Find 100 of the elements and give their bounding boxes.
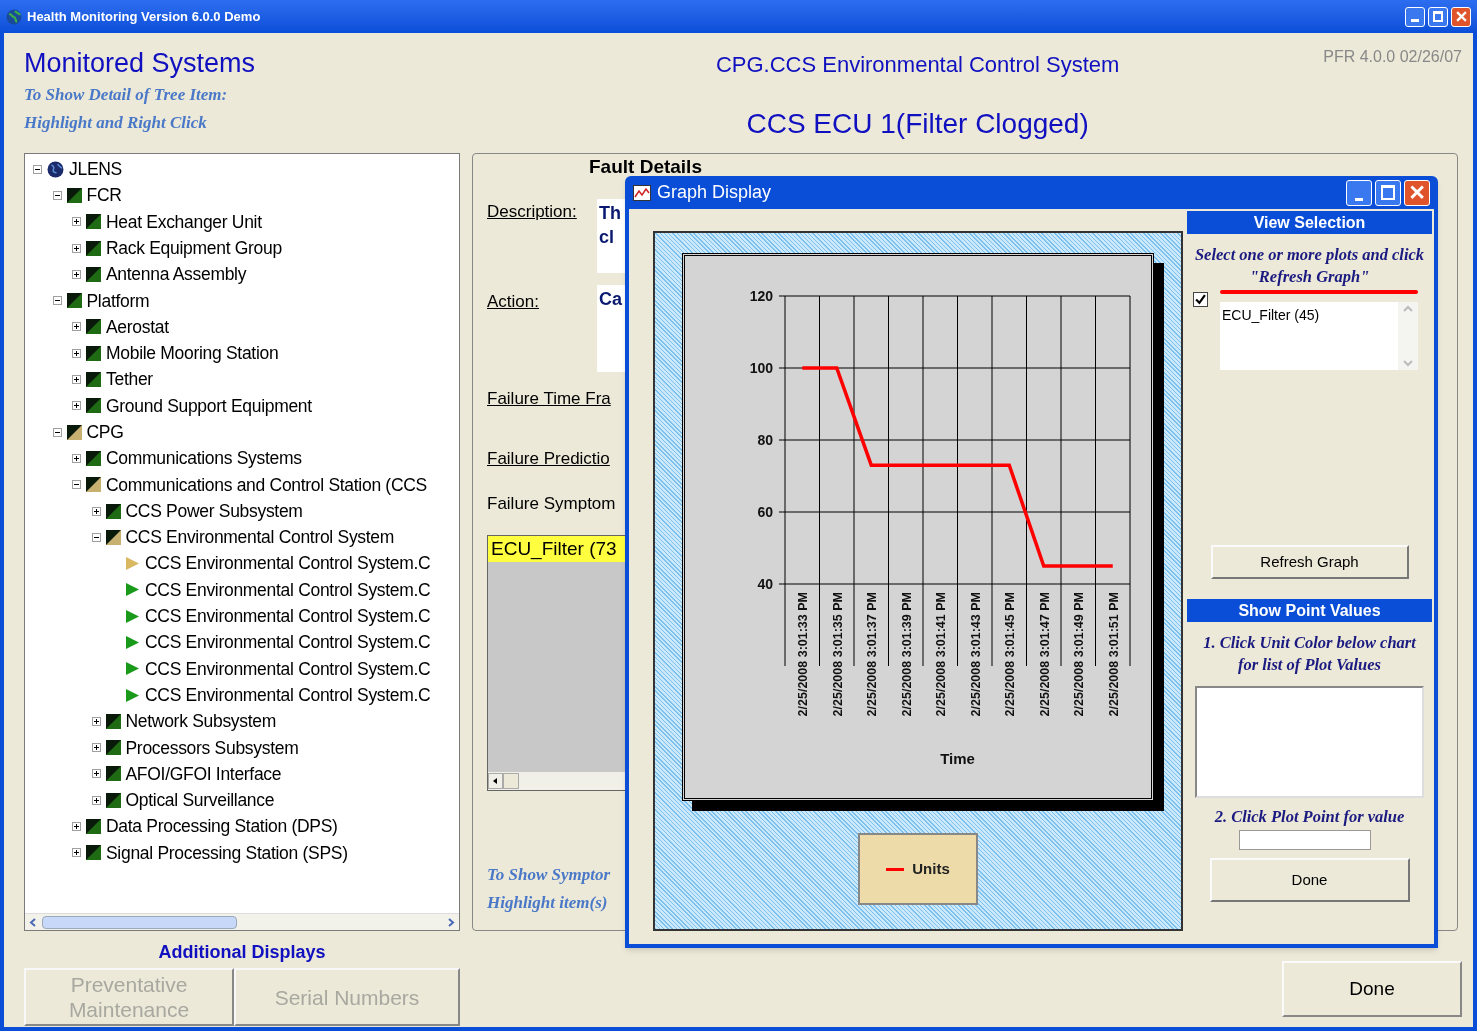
maximize-button[interactable] — [1375, 179, 1401, 206]
collapse-toggle[interactable] — [52, 296, 62, 306]
expand-toggle[interactable] — [91, 743, 101, 753]
minimize-button[interactable] — [1346, 179, 1372, 206]
x-tick-label: 2/25/2008 3:01:39 PM — [899, 592, 914, 717]
tree-item[interactable]: CCS Environmental Control System.C — [145, 655, 431, 682]
expand-toggle[interactable] — [91, 506, 101, 516]
tree-item[interactable]: CCS Environmental Control System.C — [145, 603, 431, 630]
field-label: Failure Time Fra — [487, 388, 611, 410]
action-text: Ca — [599, 288, 623, 311]
hint-text: To Show Symptor — [487, 863, 611, 886]
done-button[interactable]: Done — [1209, 858, 1410, 902]
x-tick-label: 2/25/2008 3:01:35 PM — [830, 592, 845, 717]
scroll-left-icon[interactable] — [488, 772, 503, 789]
tree-item[interactable]: Optical Surveillance — [125, 787, 275, 814]
legend-label: Units — [912, 858, 950, 879]
collapse-toggle[interactable] — [33, 164, 42, 174]
y-tick-label: 80 — [757, 432, 773, 448]
expand-toggle[interactable] — [72, 243, 81, 253]
point-value-field[interactable] — [1239, 830, 1371, 850]
fault-title: CCS ECU 1(Filter Clogged) — [746, 107, 1089, 141]
tree-item[interactable]: CCS Power Subsystem — [125, 497, 303, 525]
hint-text: To Show Detail of Tree Item: — [24, 84, 229, 106]
page-title: Monitored Systems — [24, 47, 257, 80]
tree-item[interactable]: Tether — [106, 366, 153, 393]
field-label: Action: — [487, 291, 540, 313]
tree-item[interactable]: Rack Equipment Group — [106, 234, 282, 262]
instruction-text: 2. Click Plot Point for value — [1213, 806, 1406, 828]
tree-item[interactable]: Platform — [86, 287, 150, 314]
y-tick-label: 60 — [757, 504, 773, 520]
horizontal-scrollbar[interactable] — [25, 913, 459, 930]
tree-item[interactable]: Heat Exchanger Unit — [106, 208, 262, 235]
minimize-icon — [1411, 18, 1419, 22]
plot-list-item[interactable]: ECU_Filter (45) — [1220, 302, 1398, 370]
horizontal-scrollbar[interactable] — [488, 771, 628, 790]
tree-item[interactable]: Mobile Mooring Station — [106, 340, 279, 367]
tree-item[interactable]: Network Subsystem — [125, 708, 276, 735]
maximize-button[interactable] — [1428, 6, 1448, 27]
collapse-toggle[interactable] — [72, 480, 81, 490]
tree-item[interactable]: Antenna Assembly — [106, 261, 247, 288]
collapse-toggle[interactable] — [91, 532, 101, 542]
tree-item[interactable]: CCS Environmental Control System.C — [145, 550, 431, 577]
section-header: View Selection — [1187, 211, 1432, 234]
minimize-button[interactable] — [1405, 6, 1425, 27]
field-label: Failure Predictio — [487, 447, 610, 470]
close-icon — [1455, 11, 1467, 22]
collapse-toggle[interactable] — [52, 190, 62, 200]
symptom-item[interactable]: ECU_Filter (73 — [488, 535, 628, 562]
y-tick-label: 100 — [749, 360, 773, 376]
globe-icon — [6, 8, 22, 25]
tree-item[interactable]: Communications Systems — [106, 445, 302, 472]
tree-item[interactable]: Signal Processing Station (SPS) — [106, 839, 348, 866]
expand-toggle[interactable] — [72, 453, 81, 463]
panel-title: Fault Details — [589, 155, 703, 179]
expand-toggle[interactable] — [72, 348, 81, 358]
expand-toggle[interactable] — [72, 401, 81, 411]
x-tick-label: 2/25/2008 3:01:37 PM — [865, 592, 880, 717]
dialog-title: Graph Display — [657, 181, 772, 204]
tree-item[interactable]: Ground Support Equipment — [106, 392, 312, 419]
expand-toggle[interactable] — [72, 848, 81, 858]
chart-icon — [633, 184, 651, 201]
expand-toggle[interactable] — [72, 217, 81, 227]
tree-item[interactable]: CCS Environmental Control System.C — [145, 576, 431, 603]
field-label: Description: — [487, 201, 578, 223]
expand-toggle[interactable] — [72, 375, 81, 384]
x-tick-label: 2/25/2008 3:01:33 PM — [796, 592, 811, 717]
expand-toggle[interactable] — [91, 716, 101, 726]
x-tick-label: 2/25/2008 3:01:47 PM — [1037, 592, 1052, 717]
refresh-graph-button[interactable]: Refresh Graph — [1210, 545, 1409, 579]
tree-item[interactable]: AFOI/GFOI Interface — [125, 760, 282, 788]
expand-toggle[interactable] — [91, 795, 101, 805]
tree-item[interactable]: Communications and Control Station (CCS — [106, 471, 427, 498]
tree-item[interactable]: JLENS — [69, 156, 122, 183]
section-title: Additional Displays — [157, 941, 327, 964]
scroll-thumb[interactable] — [503, 772, 519, 789]
legend-swatch[interactable] — [886, 867, 905, 871]
expand-toggle[interactable] — [72, 822, 81, 832]
tree-item[interactable]: CPG — [86, 419, 124, 446]
version-text: PFR 4.0.0 02/26/07 — [1323, 47, 1462, 67]
tree-item[interactable]: Aerostat — [106, 313, 169, 341]
system-title: CPG.CCS Environmental Control System — [715, 51, 1120, 79]
tree-item[interactable]: CCS Environmental Control System — [125, 524, 395, 551]
collapse-toggle[interactable] — [52, 427, 62, 437]
globe-icon — [47, 160, 64, 178]
plot-checkbox[interactable] — [1193, 292, 1208, 307]
instruction-text: Select one or more plots and click "Refresh Graph" — [1193, 244, 1426, 288]
tree-item[interactable]: FCR — [86, 182, 122, 209]
expand-toggle[interactable] — [72, 269, 81, 279]
expand-toggle[interactable] — [91, 769, 101, 779]
tree-item[interactable]: Data Processing Station (DPS) — [106, 813, 338, 840]
done-button[interactable]: Done — [1282, 961, 1462, 1017]
instruction-text: 1. Click Unit Color below chart for list of Plot Values — [1202, 632, 1417, 676]
close-button[interactable] — [1451, 6, 1471, 27]
close-button[interactable] — [1404, 179, 1430, 206]
x-tick-label: 2/25/2008 3:01:51 PM — [1106, 592, 1121, 717]
tree-item[interactable]: CCS Environmental Control System.C — [145, 629, 431, 656]
hint-text: Highlight item(s) — [487, 891, 608, 914]
expand-toggle[interactable] — [72, 322, 81, 332]
tree-item[interactable]: CCS Environmental Control System.C — [145, 681, 431, 709]
tree-item[interactable]: Processors Subsystem — [125, 734, 299, 761]
